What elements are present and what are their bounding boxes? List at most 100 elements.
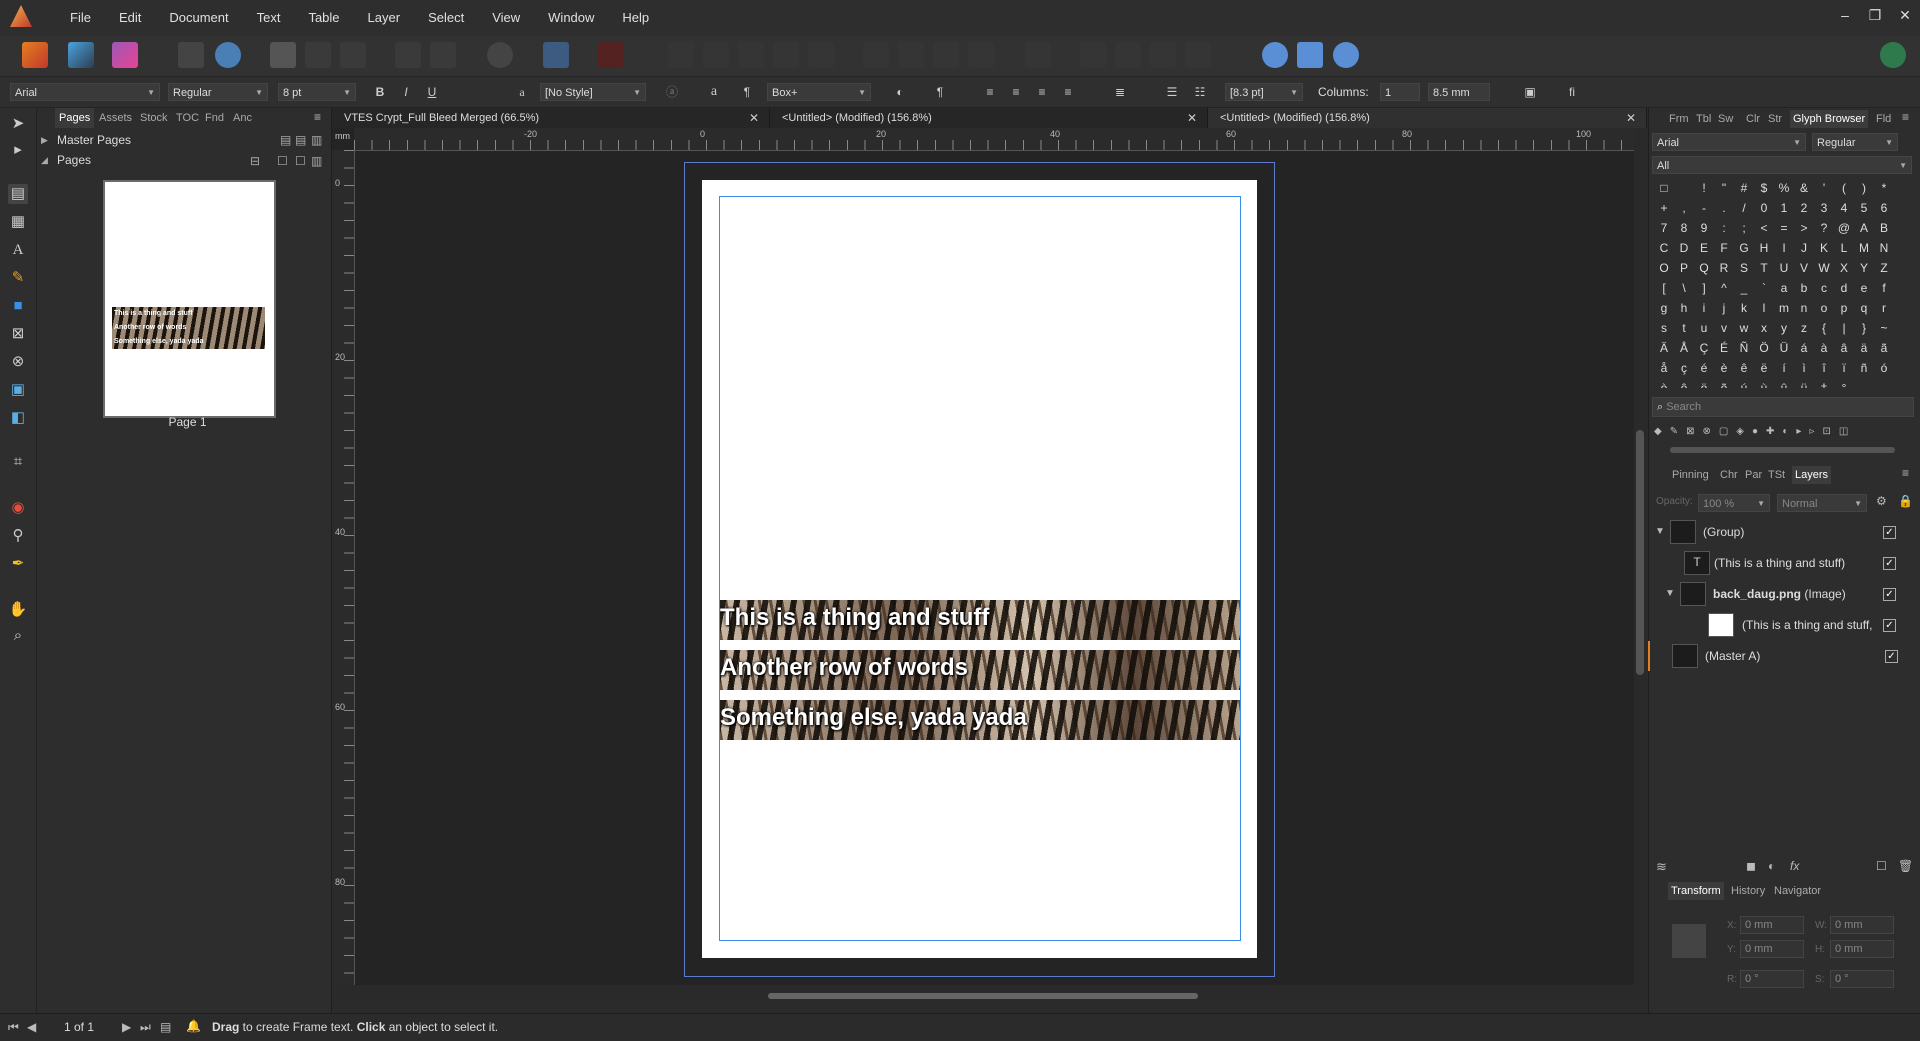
panel-menu-icon[interactable]: ≡ [1902, 110, 1909, 124]
glyph-cell[interactable]: T [1754, 258, 1774, 278]
artistic-text-tool-icon[interactable]: A [8, 240, 28, 260]
anchor-point-selector[interactable] [1672, 924, 1706, 958]
rotate-right-icon[interactable] [1115, 42, 1141, 68]
font-style-select[interactable]: Regular ▼ [168, 83, 268, 101]
preview-icon[interactable] [487, 42, 513, 68]
mask-icon[interactable]: ◼ [1746, 859, 1756, 873]
glyph-cell[interactable]: C [1654, 238, 1674, 258]
glyph-cell[interactable]: J [1794, 238, 1814, 258]
glyph-cell[interactable]: ñ [1854, 358, 1874, 378]
glyph-cell[interactable]: E [1694, 238, 1714, 258]
blend-mode-select[interactable]: Normal ▼ [1777, 494, 1867, 512]
glyph-cell[interactable]: < [1754, 218, 1774, 238]
glyph-cell[interactable]: * [1874, 178, 1894, 198]
glyph-cell[interactable]: u [1694, 318, 1714, 338]
glyph-cell[interactable]: t [1674, 318, 1694, 338]
glyph-scroll-thumb[interactable] [1670, 447, 1895, 453]
shear-field[interactable]: 0 ° [1830, 970, 1894, 988]
table-tool-icon[interactable]: ▦ [8, 212, 28, 232]
tab-pages[interactable]: Pages [55, 108, 95, 128]
flip-horizontal-icon[interactable] [1150, 42, 1176, 68]
gear-icon[interactable]: ⚙ [1876, 494, 1887, 508]
glyph-cell[interactable]: A [1854, 218, 1874, 238]
vector-crop-tool-icon[interactable]: ◧ [8, 408, 28, 428]
arrange-back-icon[interactable] [703, 42, 729, 68]
place-image-tool-icon[interactable]: ▣ [8, 380, 28, 400]
italic-button[interactable]: I [396, 83, 416, 101]
horizontal-scroll-thumb[interactable] [768, 993, 1198, 999]
glyph-cell[interactable]: 0 [1754, 198, 1774, 218]
glyph-cell[interactable]: f [1874, 278, 1894, 298]
text-band-2[interactable]: Another row of words [720, 650, 1240, 690]
glyph-cell[interactable]: ? [1814, 218, 1834, 238]
color-picker-icon[interactable]: ◉ [8, 498, 28, 518]
glyph-cell[interactable]: à [1814, 338, 1834, 358]
frame-icon[interactable] [430, 42, 456, 68]
glyph-cell[interactable]: □ [1654, 178, 1674, 198]
glyph-cell[interactable]: ° [1834, 378, 1854, 388]
glyph-cell[interactable]: ä [1854, 338, 1874, 358]
glyph-cell[interactable]: > [1794, 218, 1814, 238]
share-icon[interactable] [178, 42, 204, 68]
vertical-scroll-thumb[interactable] [1636, 430, 1644, 675]
glyph-cell[interactable]: ` [1754, 278, 1774, 298]
pilcrow-icon[interactable]: ¶ [930, 83, 950, 101]
fill-tool-icon[interactable]: ⚲ [8, 526, 28, 546]
glyph-cell[interactable]: v [1714, 318, 1734, 338]
underline-button[interactable]: U [422, 83, 442, 101]
glyph-cell[interactable]: ^ [1714, 278, 1734, 298]
glyph-grid[interactable]: □ ! " # $% & '() * +, -./0 1 2 3 4 5 6 7 8 9:; < = >? @ A B C D E F… [1654, 178, 1904, 388]
tab-find[interactable]: Fnd [205, 108, 224, 128]
first-page-icon[interactable]: ⏮ [8, 1020, 19, 1035]
glyph-cell[interactable]: s [1654, 318, 1674, 338]
tab-stock[interactable]: Stock [140, 108, 168, 128]
tab-toc[interactable]: TOC [176, 108, 199, 128]
arrange-icon[interactable] [668, 42, 694, 68]
preflight-icon[interactable] [305, 42, 331, 68]
glyph-cell[interactable]: 4 [1834, 198, 1854, 218]
tab-character[interactable]: Chr [1720, 466, 1738, 484]
justify-text-icon[interactable]: ≡ [1058, 83, 1078, 101]
view-mode-icon[interactable] [340, 42, 366, 68]
font-size-field[interactable]: 8 pt ▼ [278, 83, 356, 101]
tab-text-styles[interactable]: TSt [1768, 466, 1785, 484]
snapping-magnet-icon[interactable] [598, 42, 624, 68]
glyph-subset-select[interactable]: All ▼ [1652, 156, 1912, 174]
glyph-cell[interactable]: P [1674, 258, 1694, 278]
flip-vertical-icon[interactable] [1185, 42, 1211, 68]
glyph-cell[interactable]: ( [1834, 178, 1854, 198]
text-wrap-icon[interactable] [395, 42, 421, 68]
glyph-cell[interactable]: õ [1714, 378, 1734, 388]
chevron-down-icon[interactable]: ▼ [1655, 517, 1665, 547]
menu-table[interactable]: Table [294, 0, 353, 36]
chevron-down-icon[interactable]: ◢ [41, 155, 48, 166]
delete-layer-icon[interactable]: 🗑 [1898, 859, 1913, 873]
glyph-cell[interactable]: \ [1674, 278, 1694, 298]
glyph-cell[interactable]: D [1674, 238, 1694, 258]
minimize-button[interactable]: – [1830, 0, 1860, 30]
doc-tab-untitled-1[interactable]: <Untitled> (Modified) (156.8%) ✕ [770, 108, 1208, 128]
align-center-icon[interactable] [898, 42, 924, 68]
glyph-tools-row[interactable]: ◆✎⊠⊗▢◈●✚◐▸▹⊡◫ [1654, 426, 1914, 440]
glyph-cell[interactable]: _ [1734, 278, 1754, 298]
glyph-cell[interactable]: / [1734, 198, 1754, 218]
glyph-cell[interactable]: É [1714, 338, 1734, 358]
glyph-cell[interactable]: 1 [1774, 198, 1794, 218]
menu-edit[interactable]: Edit [105, 0, 155, 36]
glyph-cell[interactable]: ù [1754, 378, 1774, 388]
ellipse-frame-tool-icon[interactable]: ⊗ [8, 352, 28, 372]
glyph-cell[interactable]: 7 [1654, 218, 1674, 238]
page-text-line-3[interactable]: Something else, yada yada [720, 704, 1027, 732]
menu-document[interactable]: Document [155, 0, 242, 36]
tab-pinning[interactable]: Pinning [1672, 466, 1709, 484]
add-page-icon[interactable]: ☐ [277, 154, 288, 168]
glyph-cell[interactable]: è [1714, 358, 1734, 378]
text-frame-panel-icon[interactable]: ▣ [1520, 83, 1540, 101]
glyph-cell[interactable]: Ä [1654, 338, 1674, 358]
assistant-icon[interactable] [215, 42, 241, 68]
restore-button[interactable]: ❐ [1860, 0, 1890, 30]
menu-select[interactable]: Select [414, 0, 478, 36]
glyph-cell[interactable]: ! [1694, 178, 1714, 198]
glyph-cell[interactable]: í [1774, 358, 1794, 378]
doc-tab-untitled-2[interactable]: <Untitled> (Modified) (156.8%) ✕ [1208, 108, 1647, 128]
